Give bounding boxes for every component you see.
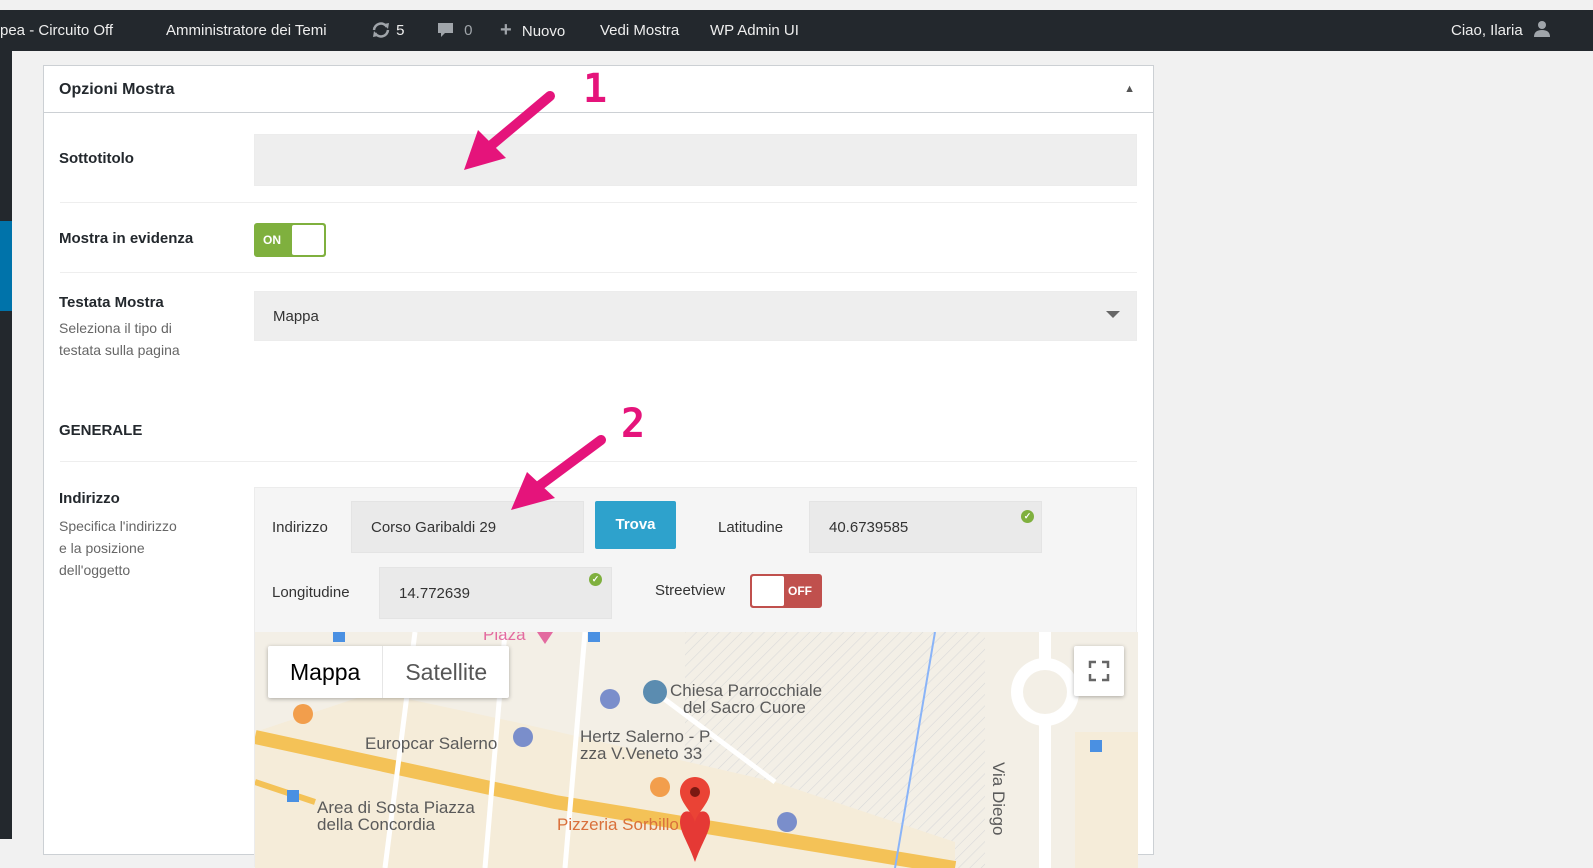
annotation-number-1: 1 xyxy=(583,66,608,112)
updates-link[interactable]: 5 xyxy=(370,10,405,51)
longitude-label: Longitudine xyxy=(272,584,350,601)
map-type-map-button[interactable]: Mappa xyxy=(268,646,382,698)
map-label: Piaza xyxy=(483,632,526,644)
streetview-label: Streetview xyxy=(655,582,726,599)
subtitle-label: Sottotitolo xyxy=(59,150,134,167)
dropdown-caret-icon xyxy=(1106,311,1120,318)
address-label: Indirizzo xyxy=(59,490,120,507)
header-label: Testata Mostra xyxy=(59,294,164,311)
fullscreen-icon xyxy=(1088,660,1110,682)
latitude-label: Latitudine xyxy=(718,519,784,536)
header-description: Seleziona il tipo di testata sulla pagin… xyxy=(59,320,180,358)
address-field-label: Indirizzo xyxy=(272,519,328,536)
section-general-title: GENERALE xyxy=(59,422,143,439)
map-label: della Concordia xyxy=(317,815,436,834)
admin-ui-link[interactable]: WP Admin UI xyxy=(710,10,799,51)
longitude-input[interactable]: 14.772639 ✓ xyxy=(379,567,612,619)
map-label: Pizzeria Sorbillo xyxy=(557,815,679,834)
user-icon xyxy=(1533,21,1550,37)
map-marker-icon[interactable] xyxy=(678,775,712,825)
map-label: zza V.Veneto 33 xyxy=(580,744,703,763)
annotation-arrow-1 xyxy=(464,91,555,170)
map-type-satellite-button[interactable]: Satellite xyxy=(382,646,509,698)
new-label: Nuovo xyxy=(521,23,566,40)
map-label: del Sacro Cuore xyxy=(683,698,806,717)
map-label: Europcar Salerno xyxy=(365,734,498,753)
theme-admin-link[interactable]: Amministratore dei Temi xyxy=(166,10,327,51)
sidebar-collapse-indicator[interactable] xyxy=(0,221,12,311)
annotation-number-2: 2 xyxy=(621,401,646,447)
comment-icon xyxy=(438,23,453,37)
map-label: Area di Sosta Piazza xyxy=(317,798,475,817)
header-type-select[interactable]: Mappa xyxy=(254,291,1137,341)
collapse-arrow-icon[interactable]: ▲ xyxy=(1124,83,1135,95)
address-description: Specifica l'indirizzo e la posizione del… xyxy=(59,518,177,578)
divider xyxy=(60,202,1137,203)
annotation-arrow-2 xyxy=(511,435,606,510)
featured-toggle[interactable]: ON xyxy=(254,223,326,257)
toggle-state: OFF xyxy=(788,584,812,598)
toggle-knob xyxy=(752,576,784,606)
metabox-title: Opzioni Mostra xyxy=(59,81,175,98)
google-map[interactable]: Piaza Chiesa Parrocchiale del Sacro Cuor… xyxy=(255,632,1138,868)
toggle-knob xyxy=(292,225,324,255)
account-link[interactable]: Ciao, Ilaria xyxy=(1451,10,1551,51)
valid-check-icon: ✓ xyxy=(1021,510,1034,523)
comments-count: 0 xyxy=(464,22,473,39)
comments-link[interactable]: 0 xyxy=(437,10,473,51)
latitude-value: 40.6739585 xyxy=(829,519,909,536)
divider xyxy=(60,272,1137,273)
updates-icon xyxy=(372,22,390,38)
map-label: Via Diego xyxy=(989,762,1008,836)
plus-icon: + xyxy=(500,19,512,41)
toggle-state: ON xyxy=(263,233,281,247)
longitude-value: 14.772639 xyxy=(399,585,470,602)
address-panel: Indirizzo Corso Garibaldi 29 Trova Latit… xyxy=(254,487,1138,868)
new-link[interactable]: + Nuovo xyxy=(500,10,565,51)
subtitle-input[interactable] xyxy=(254,134,1137,186)
map-label: Chiesa Parrocchiale xyxy=(670,681,823,700)
map-label: Hertz Salerno - P. xyxy=(580,727,713,746)
address-value: Corso Garibaldi 29 xyxy=(371,519,497,536)
streetview-toggle[interactable]: OFF xyxy=(750,574,822,608)
greeting: Ciao, Ilaria xyxy=(1451,22,1523,39)
site-name-link[interactable]: pea - Circuito Off xyxy=(0,10,113,51)
header-type-value: Mappa xyxy=(273,308,319,325)
updates-count: 5 xyxy=(396,22,405,39)
latitude-input[interactable]: 40.6739585 ✓ xyxy=(809,501,1042,553)
valid-check-icon: ✓ xyxy=(589,573,602,586)
admin-bar: pea - Circuito Off Amministratore dei Te… xyxy=(0,10,1593,51)
fullscreen-button[interactable] xyxy=(1074,646,1124,696)
map-type-control: Mappa Satellite xyxy=(268,646,510,698)
featured-label: Mostra in evidenza xyxy=(59,230,194,247)
admin-sidebar-edge xyxy=(0,51,12,839)
view-link[interactable]: Vedi Mostra xyxy=(600,10,679,51)
